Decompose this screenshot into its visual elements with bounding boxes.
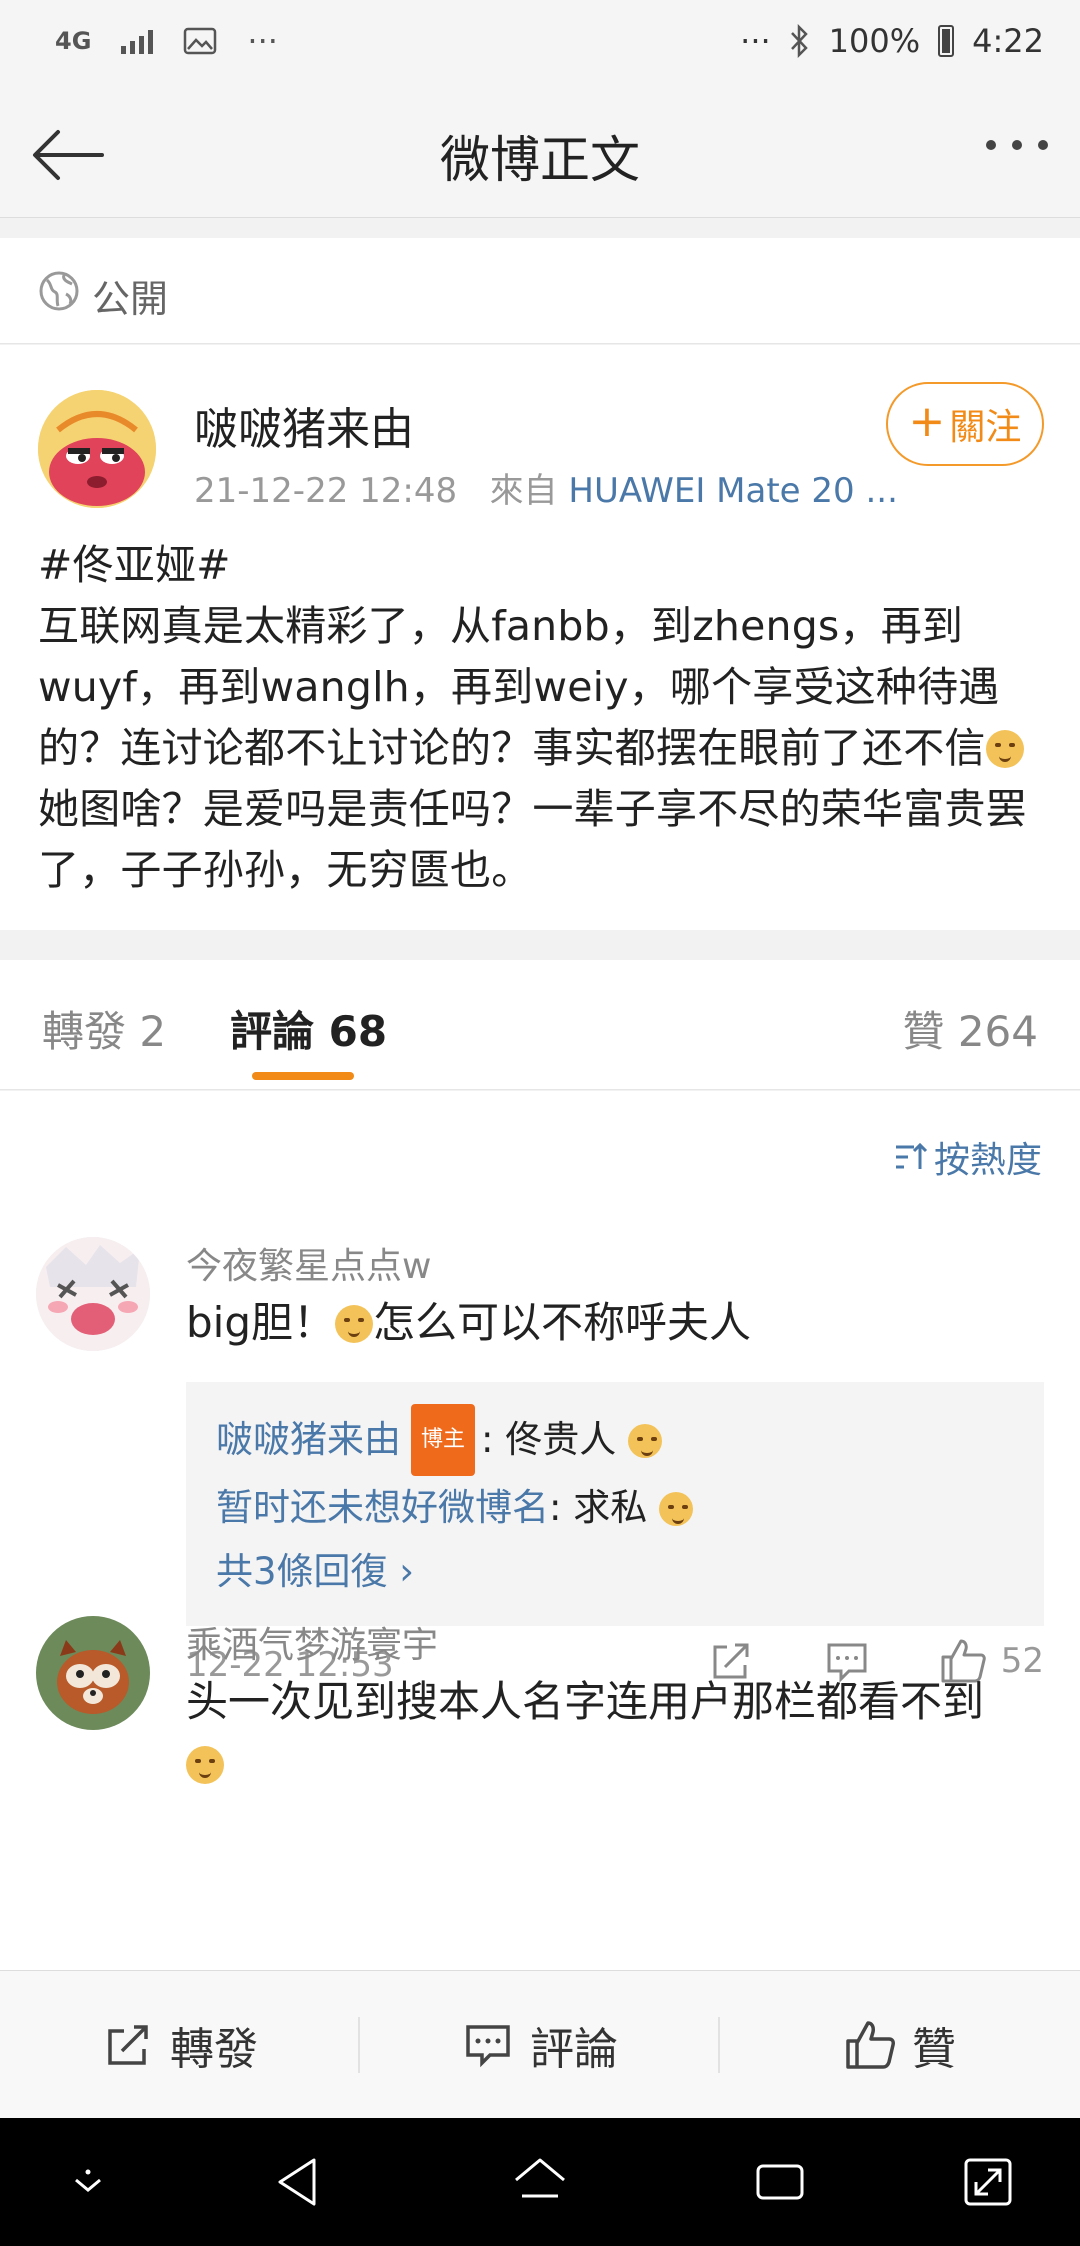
commenter-avatar[interactable]: [36, 1237, 150, 1351]
reply-preview[interactable]: 啵啵猪来由 博主: 佟贵人 暂时还未想好微博名: 求私 共3條回復 ›: [186, 1382, 1044, 1626]
more-status: ···: [740, 22, 771, 60]
battery-icon: [938, 25, 955, 57]
comment-icon: [466, 2025, 510, 2068]
comments-list: 按熱度 今夜繁星点点w big胆！ 怎么可以不称呼夫人 啵啵猪来由 博主: 佟贵人: [0, 1091, 1080, 1971]
status-left: 4G ···: [55, 22, 278, 60]
author-avatar[interactable]: [38, 390, 156, 508]
page-title: 微博正文: [440, 131, 640, 189]
reply-item: 啵啵猪来由 博主: 佟贵人: [216, 1404, 1014, 1476]
tab-likes[interactable]: 贊 264: [902, 998, 1038, 1059]
sort-label: 按熱度: [933, 1140, 1042, 1181]
tab-reposts[interactable]: 轉發 2: [42, 998, 166, 1059]
comment-text: 头一次见到搜本人名字连用户那栏都看不到: [186, 1671, 1046, 1795]
comment-text-part1: big胆！: [186, 1298, 335, 1347]
repost-icon: [108, 2025, 148, 2065]
commenter-name[interactable]: 乘酒气梦游寰宇: [186, 1616, 438, 1668]
post-hashtag[interactable]: #佟亚娅#: [38, 535, 1048, 596]
visibility-bar: 公開: [0, 238, 1080, 344]
comment-text-part2: 怎么可以不称呼夫人: [373, 1298, 752, 1347]
repost-label: 轉發: [170, 2024, 258, 2075]
post-source[interactable]: HUAWEI Mate 20 ...: [568, 471, 898, 511]
doge-emoji-icon: [186, 1746, 224, 1784]
visibility-label: 公開: [92, 277, 169, 321]
interaction-tabs: 轉發 2 評論 68 贊 264: [0, 960, 1080, 1090]
back-nav-icon[interactable]: [268, 2150, 332, 2214]
post-body: #佟亚娅# 互联网真是太精彩了，从fanbb，到zhengs，再到wuyf，再到…: [38, 535, 1048, 901]
crying-emoji-icon: [659, 1492, 693, 1526]
commenter-name[interactable]: 今夜繁星点点w: [186, 1237, 431, 1289]
commenter-avatar[interactable]: [36, 1616, 150, 1730]
status-bar: 4G ··· ··· 100% 4:22: [0, 0, 1080, 90]
network-type: 4G: [55, 27, 92, 55]
system-nav-bar: [0, 2118, 1080, 2246]
like-icon: [846, 2021, 895, 2069]
recents-nav-icon[interactable]: [748, 2150, 812, 2214]
reply-text: : 佟贵人: [481, 1418, 617, 1461]
reply-author[interactable]: 暂时还未想好微博名: [216, 1486, 549, 1529]
post-meta: 21-12-22 12:48 來自 HUAWEI Mate 20 ...: [194, 463, 898, 512]
repost-button[interactable]: 轉發: [0, 1971, 360, 2119]
battery-percent: 100%: [828, 22, 921, 60]
clock: 4:22: [972, 22, 1044, 60]
sort-by-hot-button[interactable]: 按熱度: [894, 1131, 1042, 1183]
view-all-replies-link[interactable]: 共3條回復 ›: [216, 1540, 1014, 1604]
like-button[interactable]: 贊: [720, 1971, 1080, 2119]
nav-bar: 微博正文: [0, 90, 1080, 218]
home-nav-icon[interactable]: [508, 2150, 572, 2214]
sort-icon: [895, 1142, 928, 1169]
worried-emoji-icon: [628, 1424, 663, 1458]
more-options-icon[interactable]: [986, 140, 1048, 150]
plus-icon: +: [908, 396, 946, 447]
follow-label: 關注: [949, 407, 1022, 448]
bottom-action-bar: 轉發 評論 贊: [0, 1970, 1080, 2118]
post-text-part2: 她图啥？是爱吗是责任吗？一辈子享不尽的荣华富贵罢了，子子孙孙，无穷匮也。: [38, 785, 1027, 894]
bluetooth-icon: [790, 24, 808, 58]
status-right: ··· 100% 4:22: [740, 22, 1044, 60]
reply-text: : 求私: [549, 1486, 648, 1529]
doge-emoji-icon: [985, 730, 1024, 768]
comment-button[interactable]: 評論: [360, 1971, 720, 2119]
like-label: 贊: [912, 2024, 956, 2075]
author-name[interactable]: 啵啵猪来由: [194, 393, 414, 457]
active-tab-indicator: [252, 1072, 354, 1080]
post-card: 啵啵猪来由 21-12-22 12:48 來自 HUAWEI Mate 20 .…: [0, 345, 1080, 930]
globe-icon: [39, 271, 79, 311]
author-badge: 博主: [411, 1404, 476, 1476]
comment-text: big胆！ 怎么可以不称呼夫人: [186, 1292, 1046, 1354]
signal-icon: [121, 28, 154, 54]
follow-button[interactable]: + 關注: [886, 382, 1044, 466]
reply-item: 暂时还未想好微博名: 求私: [216, 1476, 1014, 1540]
hide-keyboard-icon[interactable]: [56, 2150, 120, 2214]
expand-icon[interactable]: [956, 2150, 1020, 2214]
source-prefix: 來自: [489, 471, 558, 511]
image-notification-icon: [184, 27, 217, 55]
comment-text-part1: 头一次见到搜本人名字连用户那栏都看不到: [186, 1677, 985, 1726]
post-text-part1: 互联网真是太精彩了，从fanbb，到zhengs，再到wuyf，再到wanglh…: [38, 602, 1000, 772]
comment-label: 評論: [530, 2024, 618, 2075]
tab-comments[interactable]: 評論 68: [230, 998, 387, 1059]
more-notifications: ···: [247, 22, 278, 60]
reply-author[interactable]: 啵啵猪来由: [216, 1418, 401, 1461]
comment-item: 乘酒气梦游寰宇 头一次见到搜本人名字连用户那栏都看不到: [0, 1616, 1080, 1866]
post-time: 21-12-22 12:48: [194, 471, 458, 511]
doge-emoji-icon: [335, 1305, 373, 1343]
